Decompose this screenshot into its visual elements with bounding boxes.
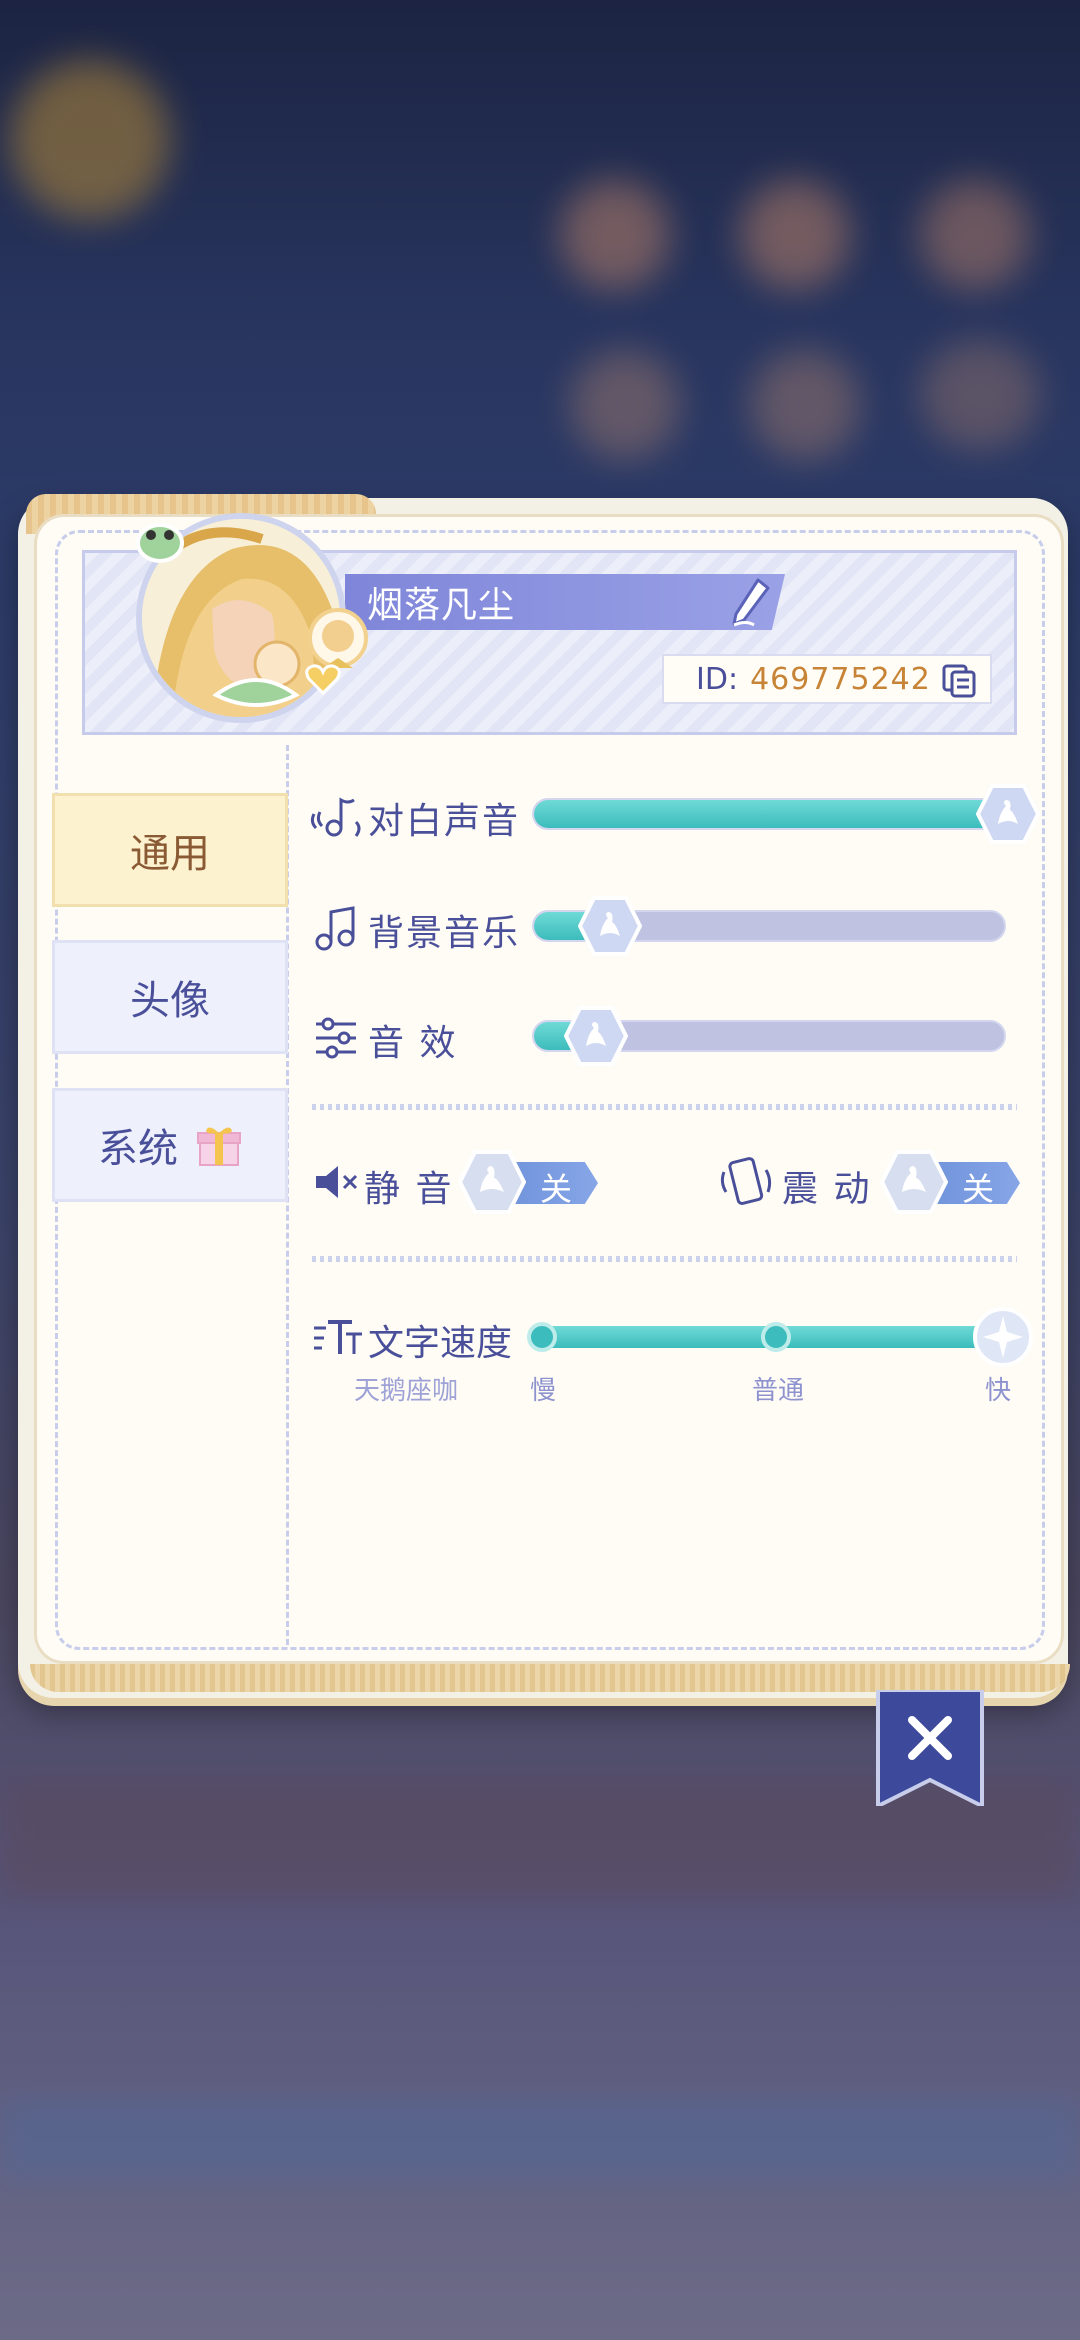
swan-knob-icon (458, 1150, 526, 1214)
frog-decoration-icon (136, 523, 184, 563)
dialogue-voice-slider[interactable] (532, 798, 1006, 830)
background-blur-1 (10, 60, 170, 220)
mute-label: 静 音 (364, 1169, 454, 1210)
gift-icon (197, 1127, 241, 1166)
user-id-box: ID: 469775242 (662, 654, 992, 704)
section-divider-2 (312, 1256, 1017, 1262)
background-blur-4 (920, 180, 1030, 290)
username: 烟落凡尘 (367, 585, 516, 626)
bgm-label: 背景音乐 (368, 913, 521, 954)
vibration-toggle[interactable]: 关 (880, 1150, 1020, 1214)
tab-general-label: 通用 (130, 831, 210, 877)
avatar[interactable] (133, 505, 373, 725)
speaker-mute-icon (316, 1166, 358, 1198)
leaf-decoration-icon (212, 678, 300, 707)
mute-state: 关 (540, 1170, 573, 1208)
text-speed-label: 文字速度 (368, 1323, 513, 1364)
tab-avatar-label: 头像 (130, 978, 210, 1024)
panel-bottom-edge (30, 1664, 1070, 1692)
section-divider-1 (312, 1104, 1017, 1110)
background-blur-row-2 (0, 2100, 1080, 2180)
watermark-text: 天鹅座咖 (354, 1376, 459, 1406)
music-note-icon (315, 906, 355, 951)
equalizer-icon (316, 1017, 356, 1059)
speed-option-fast[interactable]: 快 (985, 1370, 1011, 1407)
background-blur-7 (920, 340, 1040, 450)
swan-knob-icon (880, 1150, 948, 1214)
background-blur-3 (740, 180, 850, 290)
sfx-label: 音 效 (368, 1023, 458, 1064)
speed-option-slow[interactable]: 慢 (530, 1370, 556, 1407)
speed-stop-normal[interactable] (761, 1322, 791, 1352)
mute-toggle[interactable]: 关 (458, 1150, 598, 1214)
tab-general[interactable]: 通用 (52, 793, 288, 907)
close-button[interactable] (874, 1690, 986, 1806)
id-value: 469775242 (750, 661, 931, 697)
dialogue-voice-fill (534, 800, 1004, 828)
vibration-label: 震 动 (782, 1169, 872, 1210)
swan-knob-icon[interactable] (976, 782, 1040, 846)
edit-pencil-icon[interactable] (728, 576, 774, 628)
background-blur-5 (570, 350, 680, 460)
phone-vibrate-icon (720, 1157, 772, 1205)
swan-knob-icon[interactable] (564, 1004, 628, 1068)
username-bar[interactable]: 烟落凡尘 (345, 574, 785, 630)
tab-system-label: 系统 (98, 1126, 178, 1172)
heart-icon (305, 664, 341, 695)
voice-note-icon (310, 797, 361, 837)
dialogue-voice-label: 对白声音 (368, 801, 521, 842)
tab-avatar[interactable]: 头像 (52, 940, 288, 1054)
speed-stop-slow[interactable] (527, 1322, 557, 1352)
copy-icon[interactable] (940, 664, 978, 698)
swan-knob-icon[interactable] (578, 894, 642, 958)
background-blur-2 (560, 180, 670, 290)
vibration-state: 关 (962, 1170, 995, 1208)
text-speed-icon (314, 1320, 362, 1354)
tab-system[interactable]: 系统 (52, 1088, 288, 1202)
speed-option-normal[interactable]: 普通 (752, 1370, 804, 1407)
background-blur-6 (750, 350, 860, 460)
id-label: ID: (696, 661, 739, 697)
speed-knob-star-icon[interactable] (972, 1306, 1034, 1368)
